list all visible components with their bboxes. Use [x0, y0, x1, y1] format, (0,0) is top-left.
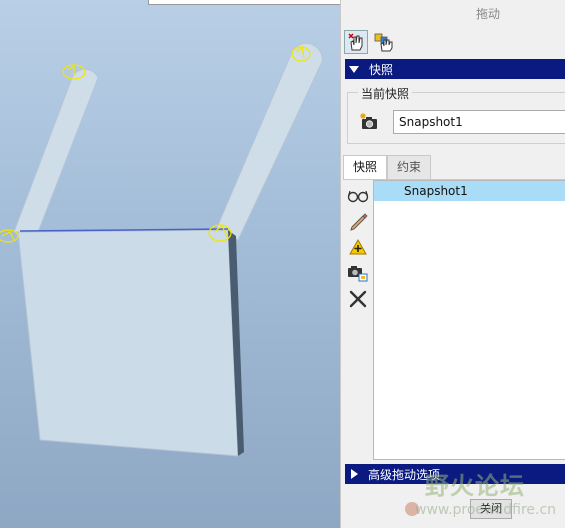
- expand-triangle-icon: [351, 469, 358, 479]
- point-drag-button[interactable]: [344, 30, 368, 54]
- panel-tabs: 快照 约束: [343, 155, 432, 180]
- list-item[interactable]: Snapshot1: [374, 181, 565, 201]
- body-drag-button[interactable]: [372, 30, 396, 54]
- snapshot-section-label: 快照: [369, 62, 394, 77]
- edit-pencil-icon: [350, 213, 368, 231]
- advanced-drag-options-header[interactable]: 高级拖动选项: [345, 464, 565, 484]
- right-arm[interactable]: [215, 42, 323, 241]
- tab-snapshots[interactable]: 快照: [343, 155, 388, 180]
- model-viewport[interactable]: [0, 0, 340, 528]
- left-arm[interactable]: [13, 68, 99, 233]
- view-glasses-icon: [347, 190, 369, 203]
- snapshot-tool-column: [343, 180, 373, 460]
- snapshot-list[interactable]: Snapshot1: [373, 180, 565, 460]
- joint-marker-bottom-left[interactable]: [0, 229, 19, 243]
- display-snapshot-button[interactable]: [346, 184, 370, 206]
- collapse-triangle-icon: [349, 65, 359, 73]
- point-drag-icon: [348, 33, 363, 51]
- close-button[interactable]: 关闭: [470, 499, 512, 519]
- camera-icon: [360, 113, 377, 129]
- mechanism-model[interactable]: [0, 0, 340, 528]
- snapshot-section-header[interactable]: 快照: [345, 59, 565, 79]
- current-snapshot-label: 当前快照: [358, 85, 413, 102]
- add-to-drawing-button[interactable]: [346, 236, 370, 258]
- advanced-drag-options-label: 高级拖动选项: [368, 467, 441, 482]
- capture-snapshot-icon: [348, 266, 368, 282]
- borrow-snapshot-button[interactable]: [346, 262, 370, 284]
- edit-snapshot-button[interactable]: [346, 210, 370, 232]
- panel-title: 拖动: [475, 7, 500, 21]
- drag-panel: 拖动 快照 当前快照 Snapshot1 快照 约束 Snapshot1 高级拖…: [340, 0, 565, 528]
- tab-constraints[interactable]: 约束: [387, 155, 432, 179]
- add-constraint-icon: [349, 238, 367, 255]
- body-drag-icon: [374, 33, 393, 52]
- drag-mode-toolbar: [341, 28, 565, 56]
- delete-snapshot-button[interactable]: [346, 288, 370, 310]
- snapshots-tab-content: Snapshot1: [343, 179, 565, 460]
- take-snapshot-button[interactable]: [360, 113, 380, 134]
- delete-x-icon: [349, 290, 367, 308]
- current-snapshot-field[interactable]: Snapshot1: [393, 110, 565, 134]
- current-snapshot-group: 当前快照 Snapshot1: [347, 85, 565, 144]
- plate-body[interactable]: [17, 229, 239, 457]
